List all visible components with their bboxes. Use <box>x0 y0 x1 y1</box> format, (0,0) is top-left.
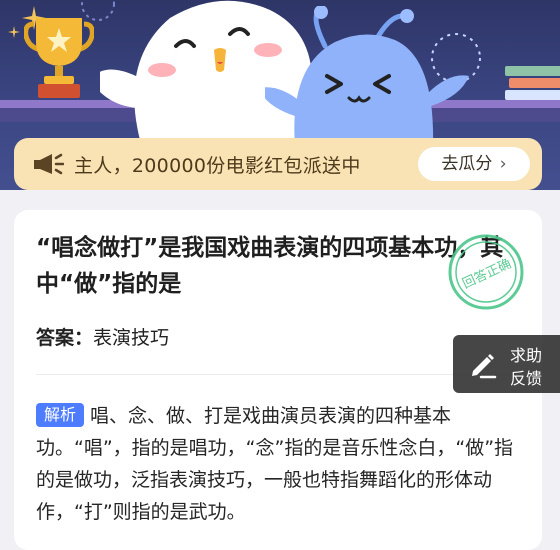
promo-banner[interactable]: 主人，200000份电影红包派送中 去瓜分 › <box>14 138 542 190</box>
explanation-tag: 解析 <box>36 403 85 427</box>
stamp-label: 回答正确 <box>460 256 514 292</box>
question-text: “唱念做打”是我国戏曲表演的四项基本功，其中“做”指的是 <box>36 235 504 297</box>
trophy-icon <box>24 18 94 98</box>
help-label: 求助 <box>510 346 543 365</box>
promo-text: 主人，200000份电影红包派送中 <box>74 155 361 177</box>
divider <box>36 374 520 375</box>
chevron-right-icon: › <box>499 154 507 174</box>
grab-share-label: 去瓜分 <box>441 154 493 174</box>
pencil-edit-icon <box>472 354 497 379</box>
answer-row: 答案：表演技巧 <box>36 323 169 350</box>
books-icon <box>505 66 560 100</box>
explanation-text: 唱、念、做、打是戏曲演员表演的四种基本功。“唱”，指的是唱功，“念”指的是音乐性… <box>36 405 514 523</box>
answer-label: 答案： <box>36 327 94 349</box>
explanation: 解析 唱、念、做、打是戏曲演员表演的四种基本功。“唱”，指的是唱功，“念”指的是音… <box>36 400 514 528</box>
help-feedback-button[interactable]: 求助 反馈 <box>453 335 560 393</box>
alien-mascot <box>265 6 469 146</box>
megaphone-icon <box>34 153 64 175</box>
answer-value: 表演技巧 <box>93 327 170 349</box>
sparkle-icon <box>8 26 20 38</box>
feedback-label: 反馈 <box>510 369 543 388</box>
correct-answer-stamp: 回答正确 <box>448 234 524 310</box>
grab-share-button[interactable]: 去瓜分 › <box>418 147 530 181</box>
